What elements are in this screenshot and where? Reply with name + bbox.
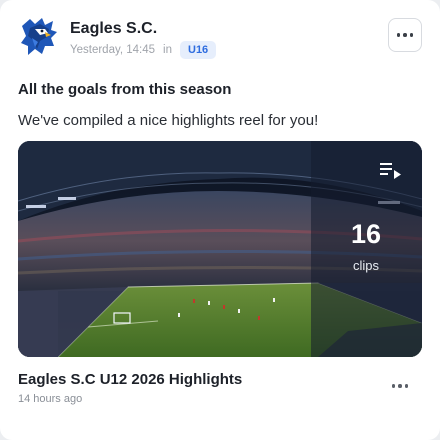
video-title[interactable]: Eagles S.C U12 2026 Highlights	[18, 371, 242, 388]
in-label: in	[163, 44, 172, 56]
eagle-logo[interactable]	[18, 16, 60, 58]
video-more-button[interactable]	[388, 376, 412, 396]
post-meta: Yesterday, 14:45 in U16	[70, 41, 217, 59]
post-more-button[interactable]	[388, 18, 422, 52]
more-horizontal-icon	[391, 384, 409, 388]
clip-label: clips	[352, 258, 379, 273]
post-timestamp: Yesterday, 14:45	[70, 44, 156, 56]
team-badge[interactable]: U16	[180, 41, 217, 59]
clip-count: 16	[350, 219, 382, 249]
post-title: All the goals from this season	[18, 81, 232, 98]
more-horizontal-icon	[396, 33, 414, 37]
author-name[interactable]: Eagles S.C.	[70, 20, 157, 38]
playlist-play-icon	[380, 163, 401, 179]
video-time: 14 hours ago	[18, 393, 83, 405]
eagle-logo-graphic	[21, 18, 57, 55]
post-body: We've compiled a nice highlights reel fo…	[18, 112, 319, 129]
post-card: Eagles S.C. Yesterday, 14:45 in U16 All …	[0, 0, 440, 440]
